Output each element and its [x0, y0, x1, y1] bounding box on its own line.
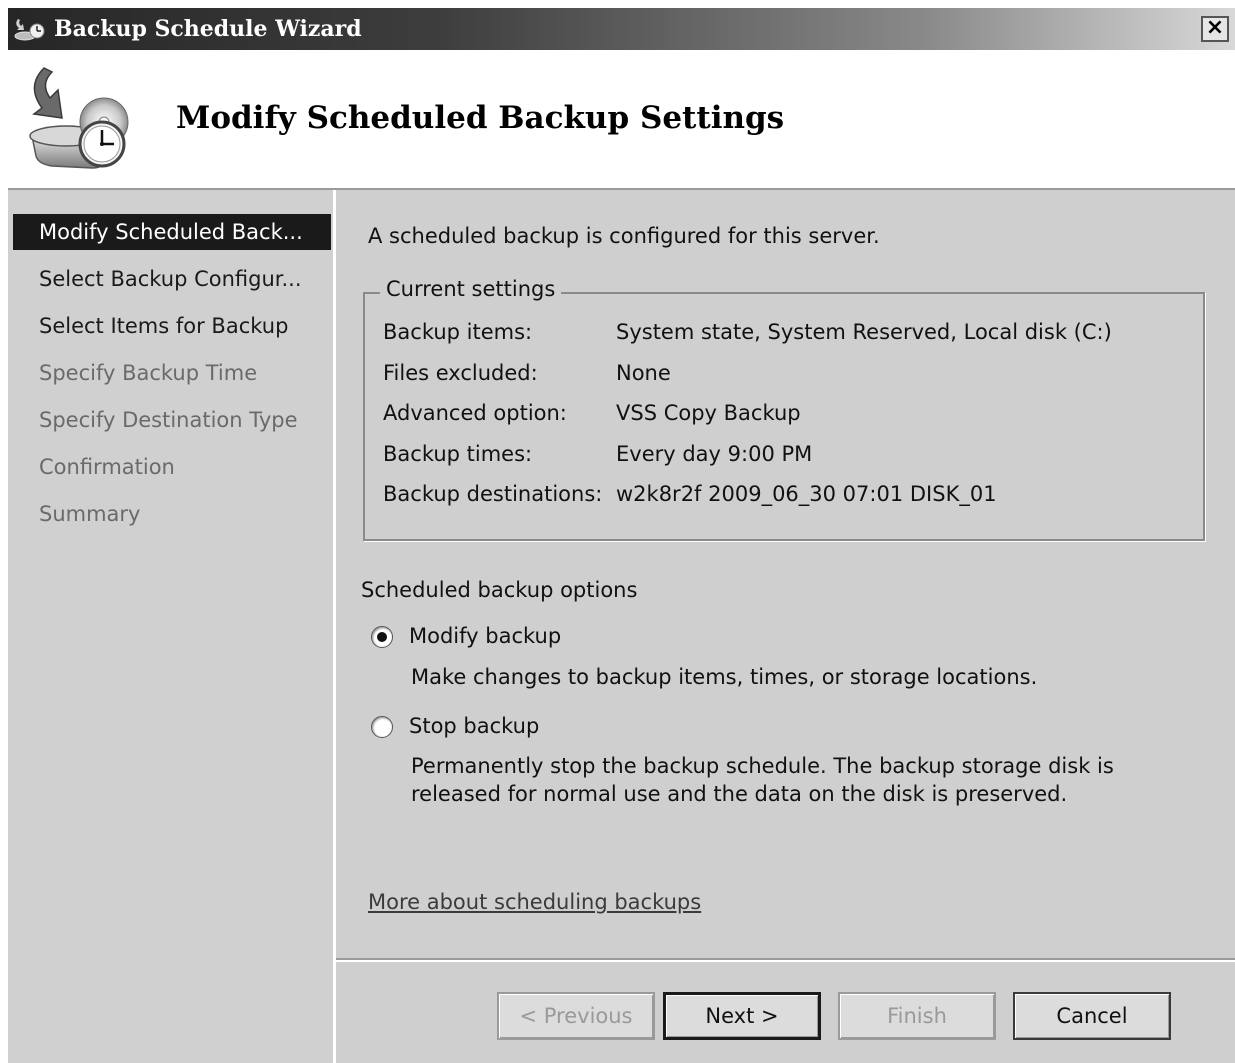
- modify-backup-label[interactable]: Modify backup: [409, 624, 561, 648]
- setting-value: w2k8r2f 2009_06_30 07:01 DISK_01: [616, 482, 997, 506]
- next-button[interactable]: Next >: [663, 992, 821, 1040]
- backup-schedule-icon: [29, 67, 129, 169]
- button-separator: [336, 958, 1235, 962]
- close-button[interactable]: ×: [1201, 16, 1229, 42]
- wizard-content: A scheduled backup is configured for thi…: [336, 190, 1235, 1063]
- step-confirmation: Confirmation: [39, 455, 175, 479]
- modify-backup-description: Make changes to backup items, times, or …: [411, 665, 1038, 689]
- backup-schedule-wizard-window: Backup Schedule Wizard × Modify Schedule…: [8, 8, 1235, 1063]
- intro-text: A scheduled backup is configured for thi…: [368, 224, 880, 248]
- previous-button[interactable]: < Previous: [497, 992, 655, 1040]
- setting-value: Every day 9:00 PM: [616, 442, 813, 466]
- step-summary: Summary: [39, 502, 141, 526]
- current-settings-legend: Current settings: [380, 277, 562, 301]
- setting-label: Backup times:: [383, 442, 533, 466]
- stop-backup-label[interactable]: Stop backup: [409, 714, 539, 738]
- radio-selected-dot: [377, 632, 387, 642]
- setting-label: Advanced option:: [383, 401, 567, 425]
- page-title: Modify Scheduled Backup Settings: [176, 100, 785, 136]
- current-settings-group: Current settings Backup items: System st…: [363, 277, 1205, 541]
- step-select-items-for-backup[interactable]: Select Items for Backup: [13, 308, 331, 344]
- more-about-scheduling-link[interactable]: More about scheduling backups: [368, 890, 701, 914]
- step-specify-backup-time: Specify Backup Time: [39, 361, 258, 385]
- stop-backup-radio[interactable]: [371, 716, 393, 738]
- wizard-header: Modify Scheduled Backup Settings: [8, 50, 1235, 190]
- step-specify-destination-type: Specify Destination Type: [39, 408, 298, 432]
- setting-value: VSS Copy Backup: [616, 401, 801, 425]
- scheduled-backup-options-label: Scheduled backup options: [361, 578, 638, 602]
- window-title: Backup Schedule Wizard: [54, 16, 362, 42]
- setting-label: Backup items:: [383, 320, 533, 344]
- step-modify-scheduled-backup[interactable]: Modify Scheduled Back...: [13, 214, 331, 250]
- step-select-backup-configuration[interactable]: Select Backup Configur...: [13, 261, 331, 297]
- setting-label: Files excluded:: [383, 361, 538, 385]
- setting-value: None: [616, 361, 671, 385]
- stop-backup-description: Permanently stop the backup schedule. Th…: [411, 754, 1114, 806]
- title-bar[interactable]: Backup Schedule Wizard ×: [8, 8, 1235, 50]
- setting-label: Backup destinations:: [383, 482, 603, 506]
- wizard-steps-nav: Modify Scheduled Back... Select Backup C…: [8, 190, 336, 1063]
- finish-button[interactable]: Finish: [838, 992, 996, 1040]
- modify-backup-radio[interactable]: [371, 626, 393, 648]
- setting-value: System state, System Reserved, Local dis…: [616, 320, 1112, 344]
- cancel-button[interactable]: Cancel: [1013, 992, 1171, 1040]
- wizard-app-icon: [14, 19, 45, 41]
